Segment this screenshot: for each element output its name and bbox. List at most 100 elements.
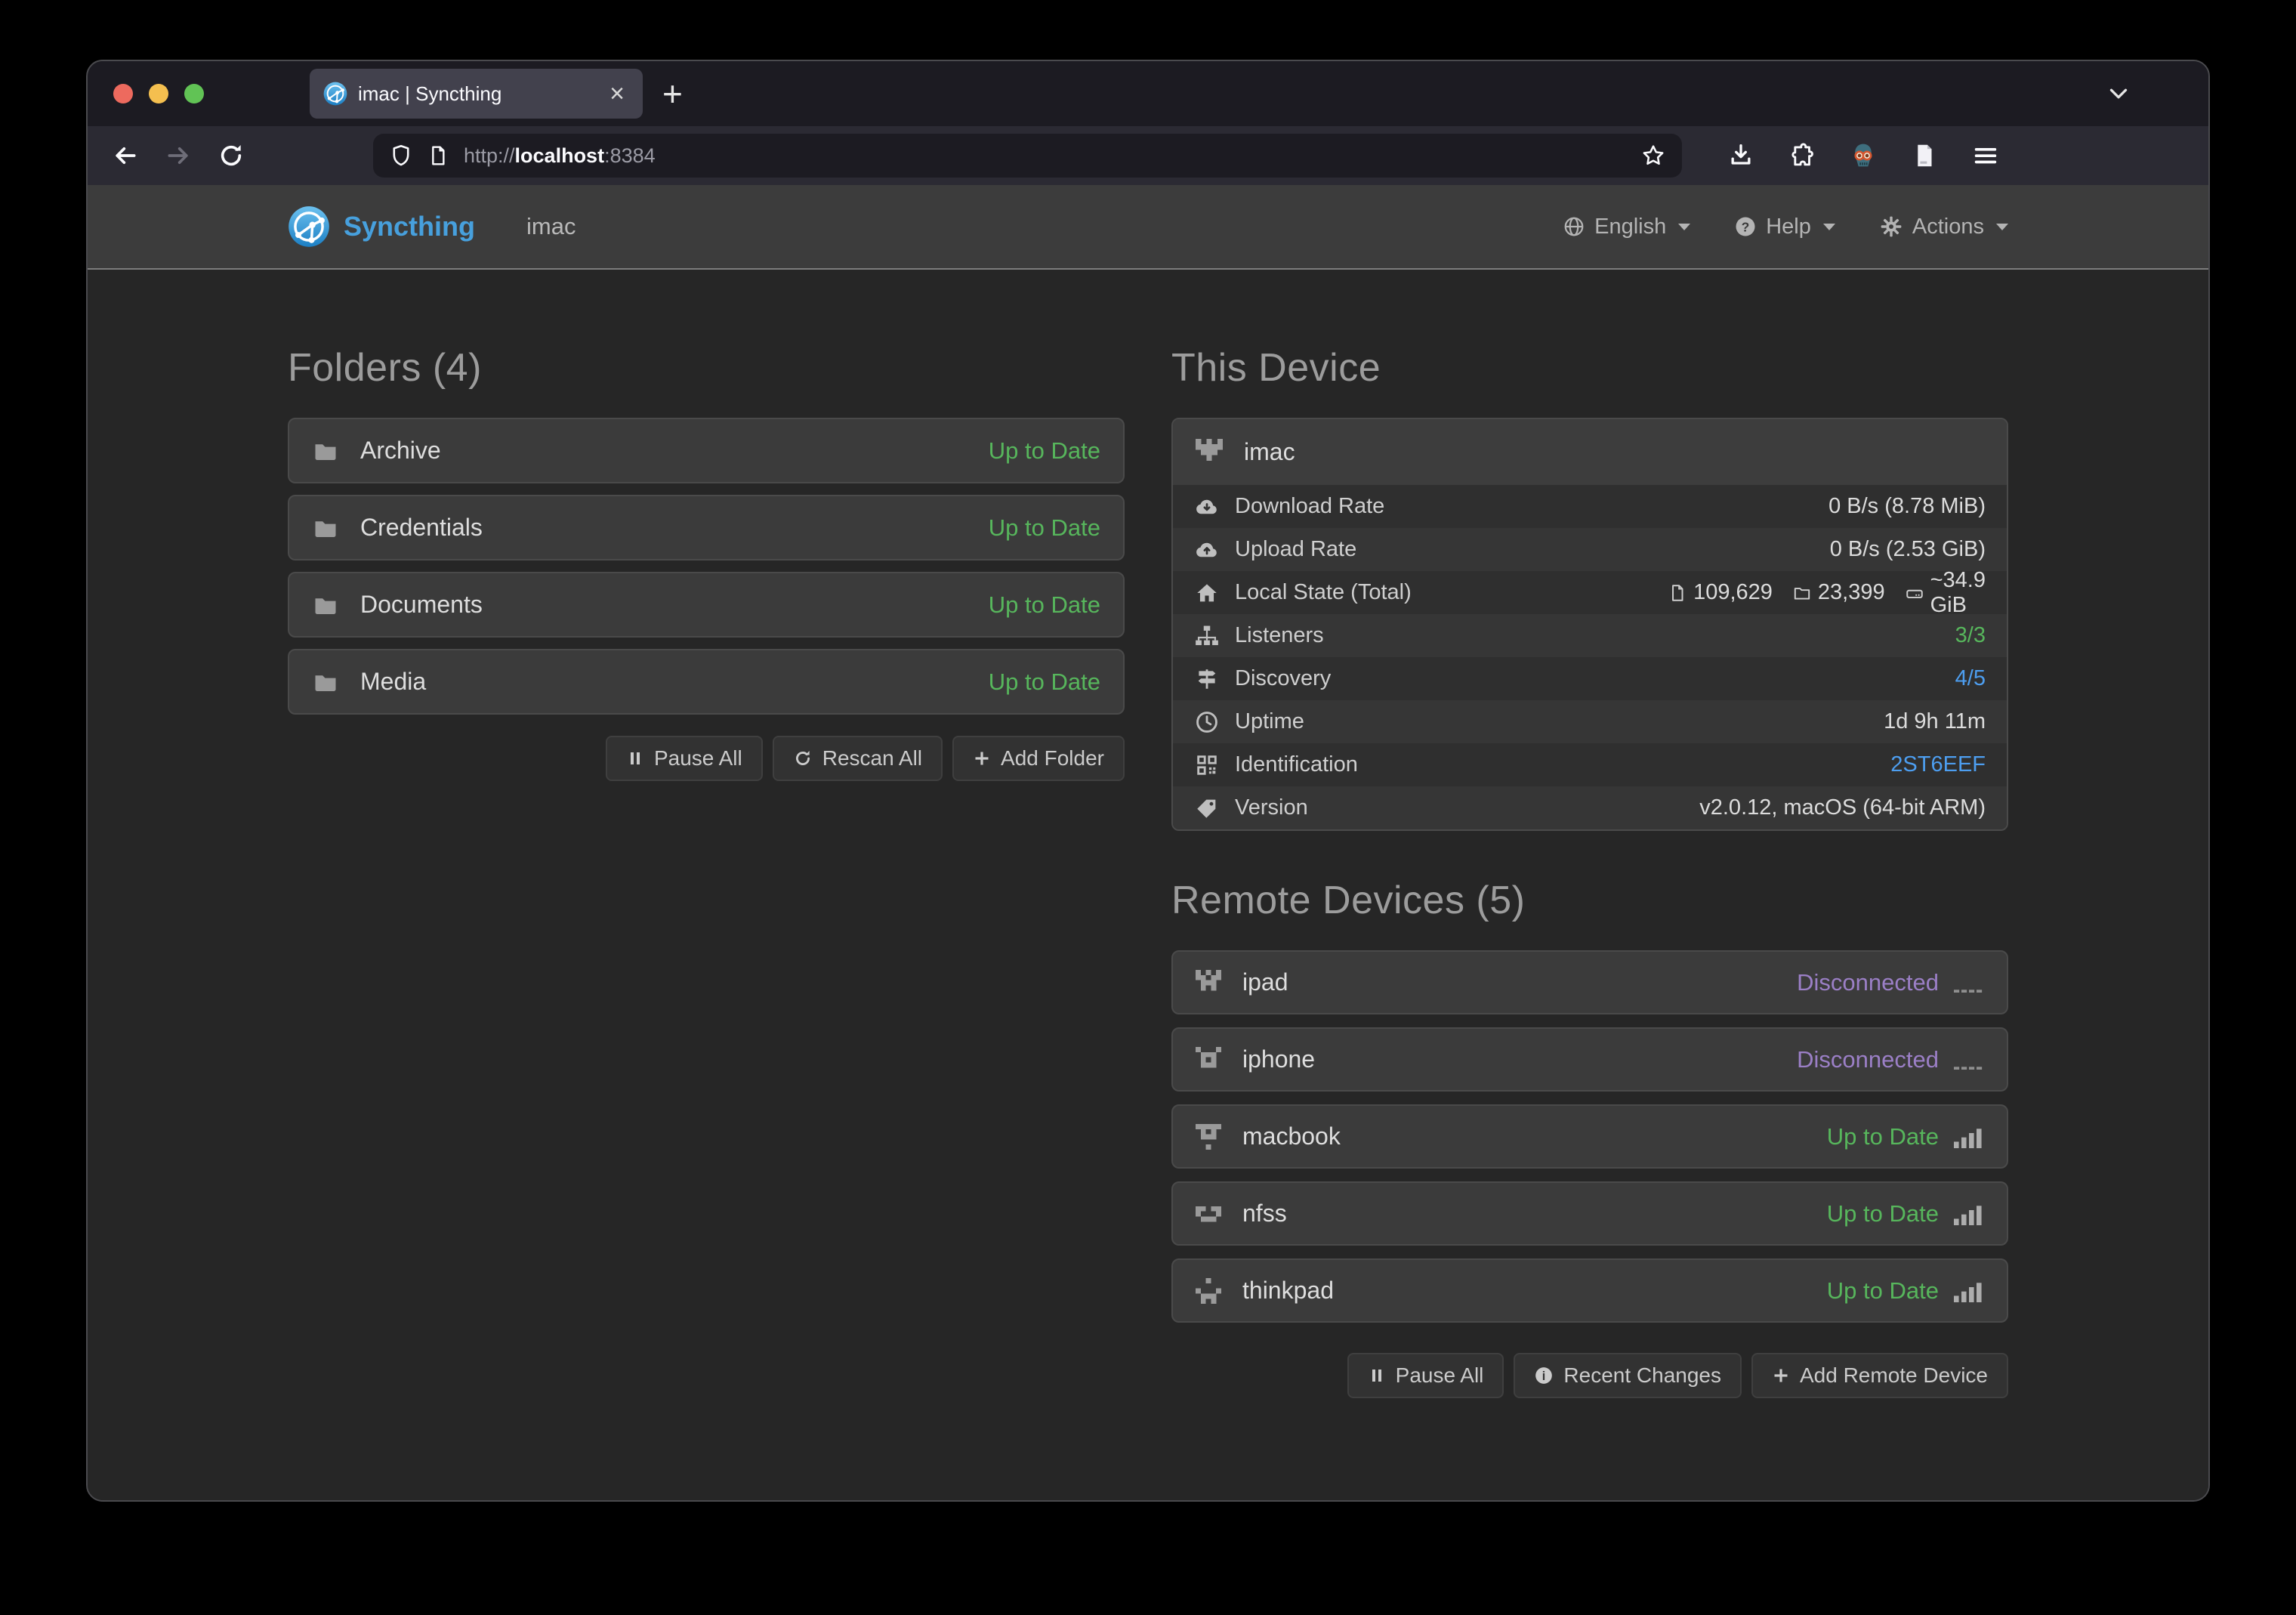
folder-name: Documents [360,591,989,619]
url-bar[interactable]: http://localhost:8384 [373,134,1682,178]
stat-label: Identification [1235,752,1890,777]
url-scheme: http:// [464,144,515,167]
local-state-files: 109,629 [1668,568,1773,618]
local-size: ~34.9 GiB [1930,568,1986,618]
pause-all-devices-button[interactable]: Pause All [1347,1353,1504,1398]
stat-value: 0 B/s (2.53 GiB) [1830,537,1986,562]
stat-row-discovery: Discovery 4/5 [1173,657,2007,700]
stat-value: 4/5 [1955,666,1986,691]
folder-icon [312,514,339,542]
stat-label: Local State (Total) [1235,580,1648,605]
actions-menu[interactable]: Actions [1879,215,2008,239]
stat-label: Upload Rate [1235,537,1830,562]
identification-link[interactable]: 2ST6EEF [1890,752,1986,777]
cloud-upload-icon [1194,537,1220,563]
cloud-download-icon [1194,494,1220,520]
folders-column: Folders (4) Archive Up to Date Credentia… [288,279,1125,1398]
gear-icon [1879,215,1903,239]
sitemap-icon [1194,623,1220,649]
add-folder-button[interactable]: Add Folder [952,736,1125,781]
devices-column: This Device imac Download Rate 0 B/s (8.… [1171,279,2008,1398]
syncthing-brand[interactable]: Syncthing [288,205,475,248]
tab-title: imac | Syncthing [358,82,605,106]
stat-row-local-state: Local State (Total) 109,629 23,399 [1173,571,2007,614]
help-menu-label: Help [1766,215,1811,239]
back-icon[interactable] [110,141,140,171]
signal-strength-icon [1954,971,1984,994]
maximize-window-button[interactable] [184,84,204,103]
home-icon [1194,580,1220,606]
url-text[interactable]: http://localhost:8384 [464,144,1640,168]
device-name: iphone [1242,1045,1797,1073]
question-circle-icon: ? [1734,215,1757,238]
folder-status: Up to Date [989,591,1100,619]
remote-device-row[interactable]: thinkpad Up to Date [1171,1258,2008,1323]
signal-strength-icon [1954,1126,1984,1148]
recent-changes-button[interactable]: i Recent Changes [1514,1353,1742,1398]
signal-strength-icon [1954,1048,1984,1071]
help-menu[interactable]: ? Help [1734,215,1835,239]
plus-icon [973,749,991,767]
syncthing-favicon [323,82,347,106]
this-device-name: imac [1244,438,1984,466]
extensions-puzzle-icon[interactable] [1788,141,1816,170]
pause-all-label: Pause All [654,746,742,770]
svg-text:?: ? [1742,219,1750,234]
tab-list-chevron-icon[interactable] [2104,79,2133,108]
new-tab-button[interactable]: + [662,76,683,111]
menu-hamburger-icon[interactable] [1970,141,2001,171]
syncthing-navbar: Syncthing imac English ? [88,185,2208,270]
device-name: macbook [1242,1122,1827,1150]
page-content: Syncthing imac English ? [88,185,2208,1502]
navbar-device-name: imac [526,213,576,240]
caret-down-icon [1823,224,1835,230]
folder-name: Archive [360,437,989,465]
folder-row[interactable]: Credentials Up to Date [288,495,1125,560]
folder-icon [312,437,339,465]
pause-all-folders-button[interactable]: Pause All [606,736,763,781]
device-actions: Pause All i Recent Changes Add Remote De… [1171,1353,2008,1398]
stat-label: Listeners [1235,623,1955,648]
remote-device-row[interactable]: nfss Up to Date [1171,1181,2008,1246]
browser-tab[interactable]: imac | Syncthing × [310,69,643,119]
add-remote-device-label: Add Remote Device [1800,1363,1988,1388]
reload-icon[interactable] [216,141,246,171]
shield-icon[interactable] [388,143,414,168]
page-info-icon[interactable] [426,144,450,168]
device-name: ipad [1242,968,1797,996]
reader-page-icon[interactable] [1910,141,1939,170]
brand-name: Syncthing [344,211,475,242]
caret-down-icon [1678,224,1690,230]
remote-device-row[interactable]: ipad Disconnected [1171,950,2008,1014]
folder-status: Up to Date [989,669,1100,696]
stat-value: 1d 9h 11m [1884,709,1986,734]
stat-label: Download Rate [1235,494,1828,519]
rescan-all-button[interactable]: Rescan All [773,736,943,781]
pause-icon [1368,1366,1386,1385]
folder-actions: Pause All Rescan All Add Folder [288,736,1125,781]
add-folder-label: Add Folder [1001,746,1104,770]
tab-close-icon[interactable]: × [605,81,629,107]
bookmark-star-icon[interactable] [1640,142,1667,169]
language-menu[interactable]: English [1563,215,1690,239]
add-remote-device-button[interactable]: Add Remote Device [1751,1353,2008,1398]
this-device-header[interactable]: imac [1173,419,2007,485]
actions-menu-label: Actions [1912,215,1984,239]
forward-icon[interactable] [163,141,193,171]
minimize-window-button[interactable] [149,84,168,103]
stat-row-identification: Identification 2ST6EEF [1173,743,2007,786]
remote-device-row[interactable]: iphone Disconnected [1171,1027,2008,1092]
folder-row[interactable]: Archive Up to Date [288,418,1125,483]
close-window-button[interactable] [113,84,133,103]
local-folders-count: 23,399 [1818,580,1885,605]
remote-device-row[interactable]: macbook Up to Date [1171,1104,2008,1169]
downloads-icon[interactable] [1726,141,1756,171]
hdd-icon [1905,583,1924,603]
folder-row[interactable]: Documents Up to Date [288,572,1125,638]
folder-row[interactable]: Media Up to Date [288,649,1125,715]
plus-icon [1772,1366,1790,1385]
alien-extension-icon[interactable] [1848,141,1878,171]
device-identicon [1196,1124,1221,1150]
device-status: Disconnected [1797,969,1939,996]
rescan-all-label: Rescan All [822,746,922,770]
